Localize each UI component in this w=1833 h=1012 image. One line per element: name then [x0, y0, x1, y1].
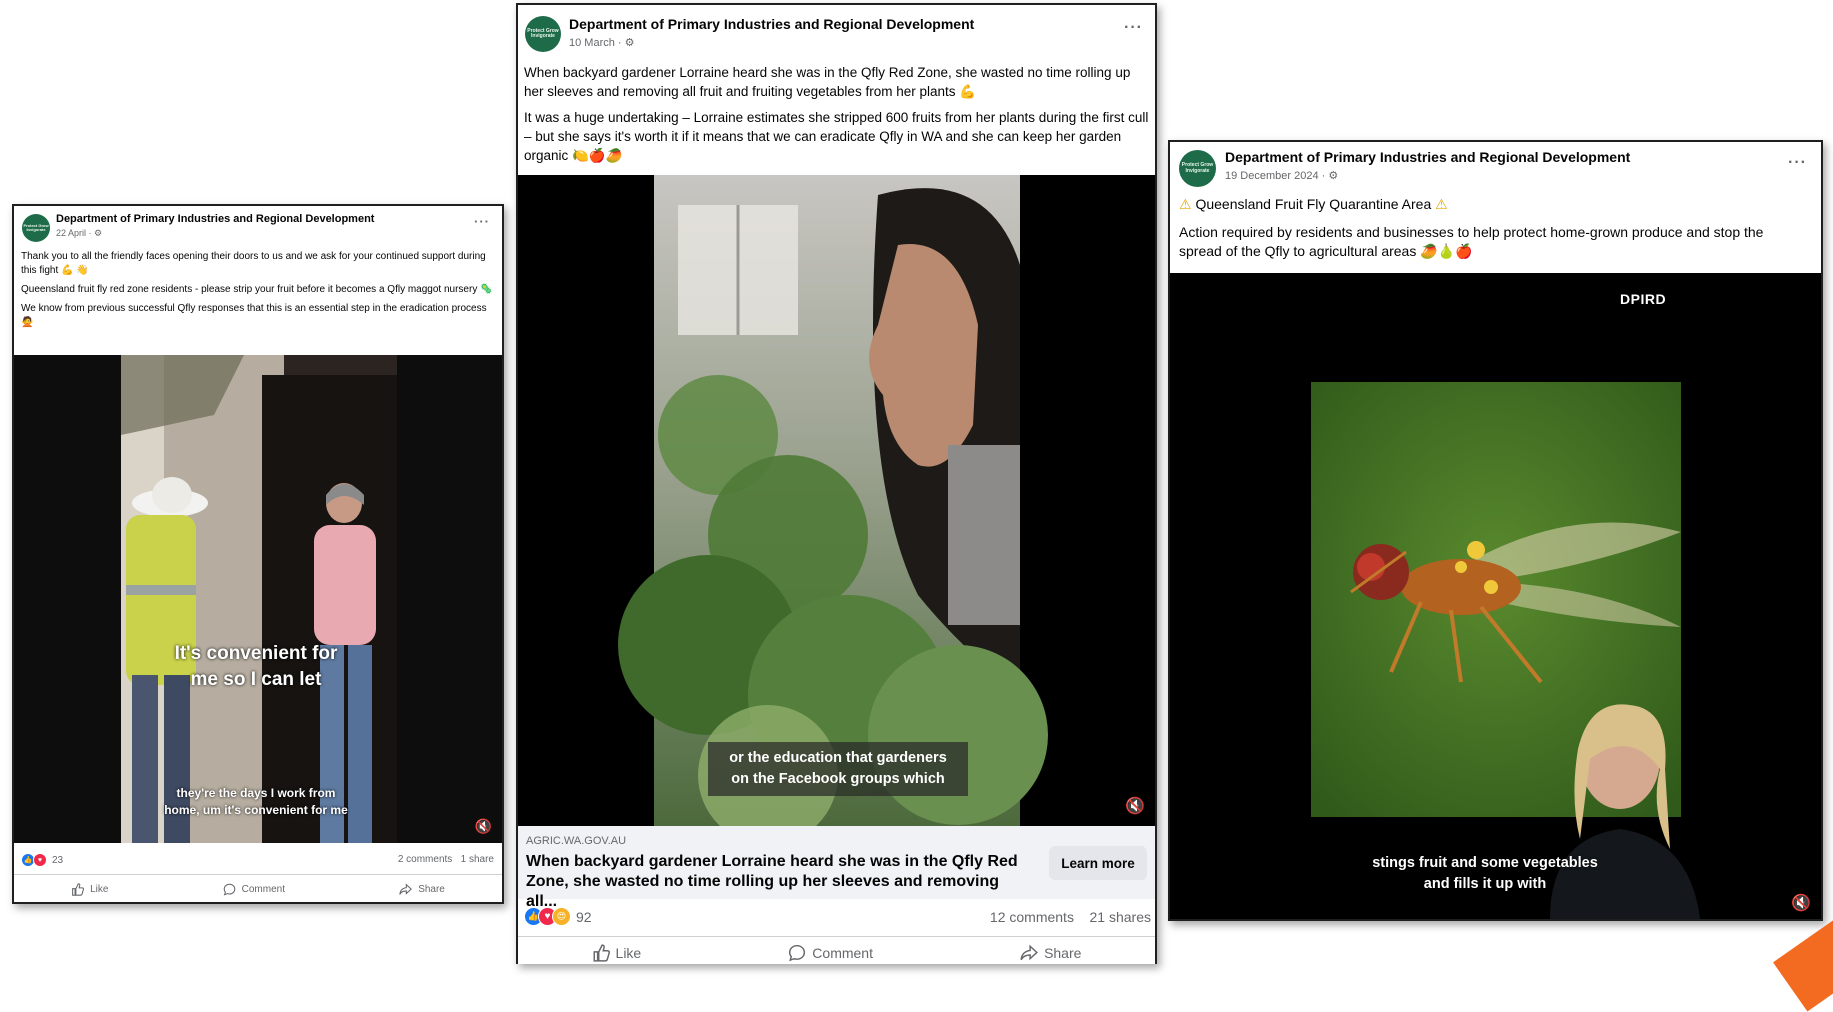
reaction-summary[interactable]: 👍 ♥ 23 — [21, 853, 63, 867]
post-paragraph: Action required by residents and busines… — [1179, 224, 1764, 259]
more-options-icon[interactable]: ··· — [474, 214, 490, 229]
globe-icon: ⚙ — [1328, 170, 1339, 182]
like-button[interactable]: Like — [71, 882, 109, 896]
thumbs-up-icon — [71, 882, 85, 896]
post-date[interactable]: 19 December 2024 · ⚙ — [1225, 169, 1338, 182]
reaction-count: 23 — [52, 854, 64, 866]
globe-icon: ⚙ — [624, 37, 635, 49]
action-bar: Like Comment Share — [518, 936, 1155, 964]
post-card-3: Protect Grow Invigorate Department of Pr… — [1168, 140, 1823, 921]
post-card-1: Protect Grow Invigorate Department of Pr… — [12, 204, 504, 904]
link-title[interactable]: When backyard gardener Lorraine heard sh… — [526, 852, 1026, 912]
action-bar: Like Comment Share — [14, 874, 502, 902]
share-button[interactable]: Share — [1020, 944, 1081, 962]
link-domain: AGRIC.WA.GOV.AU — [526, 835, 627, 847]
learn-more-button[interactable]: Learn more — [1049, 846, 1147, 880]
share-button[interactable]: Share — [399, 882, 445, 896]
comment-icon — [223, 883, 236, 896]
share-count[interactable]: 21 shares — [1090, 909, 1151, 925]
love-reaction-icon: ♥ — [33, 853, 47, 867]
link-preview[interactable]: AGRIC.WA.GOV.AU When backyard gardener L… — [518, 826, 1155, 910]
video-caption: stings fruit and some vegetables and fil… — [1372, 855, 1598, 892]
post-paragraph: It was a huge undertaking – Lorraine est… — [524, 110, 1149, 163]
video-caption: It's convenient for me so I can let — [174, 643, 338, 690]
share-icon — [399, 882, 413, 896]
care-reaction-icon: 😍 — [552, 907, 571, 926]
page-avatar[interactable]: Protect Grow Invigorate — [525, 16, 561, 52]
comment-count[interactable]: 2 comments — [398, 854, 452, 865]
more-options-icon[interactable]: ··· — [1124, 19, 1143, 37]
mute-icon[interactable]: 🔇 — [1791, 893, 1811, 913]
page-name[interactable]: Department of Primary Industries and Reg… — [56, 213, 374, 225]
comment-label: Comment — [812, 945, 873, 961]
more-options-icon[interactable]: ··· — [1788, 154, 1807, 172]
post-video[interactable]: DPIRD stings fruit and some vegetables a… — [1170, 273, 1821, 919]
post-paragraph: Thank you to all the friendly faces open… — [21, 251, 486, 276]
globe-icon: ⚙ — [94, 228, 103, 238]
video-caption: or the education that gardeners on the F… — [708, 742, 968, 796]
comment-count[interactable]: 12 comments — [990, 909, 1074, 925]
post-stats: 2 comments 1 share — [398, 854, 494, 865]
post-headline: ⚠ Queensland Fruit Fly Quarantine Area ⚠ — [1179, 196, 1448, 212]
post-text: Thank you to all the friendly faces open… — [21, 250, 499, 330]
post-video[interactable]: It's convenient for me so I can let they… — [14, 355, 502, 843]
warning-icon: ⚠ — [1435, 196, 1448, 212]
mute-icon[interactable]: 🔇 — [1125, 796, 1145, 816]
like-label: Like — [615, 945, 642, 961]
post-paragraph: Queensland fruit fly red zone residents … — [21, 284, 493, 295]
post-paragraph: When backyard gardener Lorraine heard sh… — [524, 65, 1131, 99]
page-avatar[interactable]: Protect Grow Invigorate — [1179, 150, 1216, 187]
comment-icon — [788, 944, 806, 962]
post-date[interactable]: 22 April · ⚙ — [56, 228, 102, 239]
page-name[interactable]: Department of Primary Industries and Reg… — [1225, 149, 1630, 165]
video-frame — [14, 355, 502, 843]
reaction-summary[interactable]: 👍 ♥ 😍 92 — [524, 907, 592, 926]
video-frame — [518, 175, 1155, 826]
post-date[interactable]: 10 March · ⚙ — [569, 36, 635, 49]
page-name[interactable]: Department of Primary Industries and Reg… — [569, 16, 974, 32]
share-label: Share — [418, 883, 445, 895]
page-avatar[interactable]: Protect Grow Invigorate — [22, 214, 50, 242]
post-video[interactable]: or the education that gardeners on the F… — [518, 175, 1155, 826]
mute-icon[interactable]: 🔇 — [475, 818, 492, 835]
share-count[interactable]: 1 share — [461, 854, 494, 865]
comment-button[interactable]: Comment — [223, 883, 285, 896]
thumbs-up-icon — [592, 944, 610, 962]
dpird-logo: DPIRD — [1620, 291, 1667, 307]
share-label: Share — [1044, 945, 1082, 961]
comment-button[interactable]: Comment — [788, 944, 873, 962]
post-paragraph: We know from previous successful Qfly re… — [21, 303, 487, 328]
post-stats: 12 comments 21 shares — [990, 909, 1151, 925]
like-label: Like — [90, 883, 109, 895]
comment-label: Comment — [241, 883, 285, 895]
video-subtitle: they're the days I work from home, um it… — [164, 786, 348, 817]
share-icon — [1020, 944, 1039, 962]
brand-accent-shape — [1773, 916, 1833, 1012]
post-card-2: Protect Grow Invigorate Department of Pr… — [516, 3, 1157, 964]
reaction-count: 92 — [576, 908, 592, 925]
warning-icon: ⚠ — [1179, 196, 1192, 212]
like-button[interactable]: Like — [592, 944, 642, 962]
post-text: When backyard gardener Lorraine heard sh… — [524, 63, 1152, 165]
